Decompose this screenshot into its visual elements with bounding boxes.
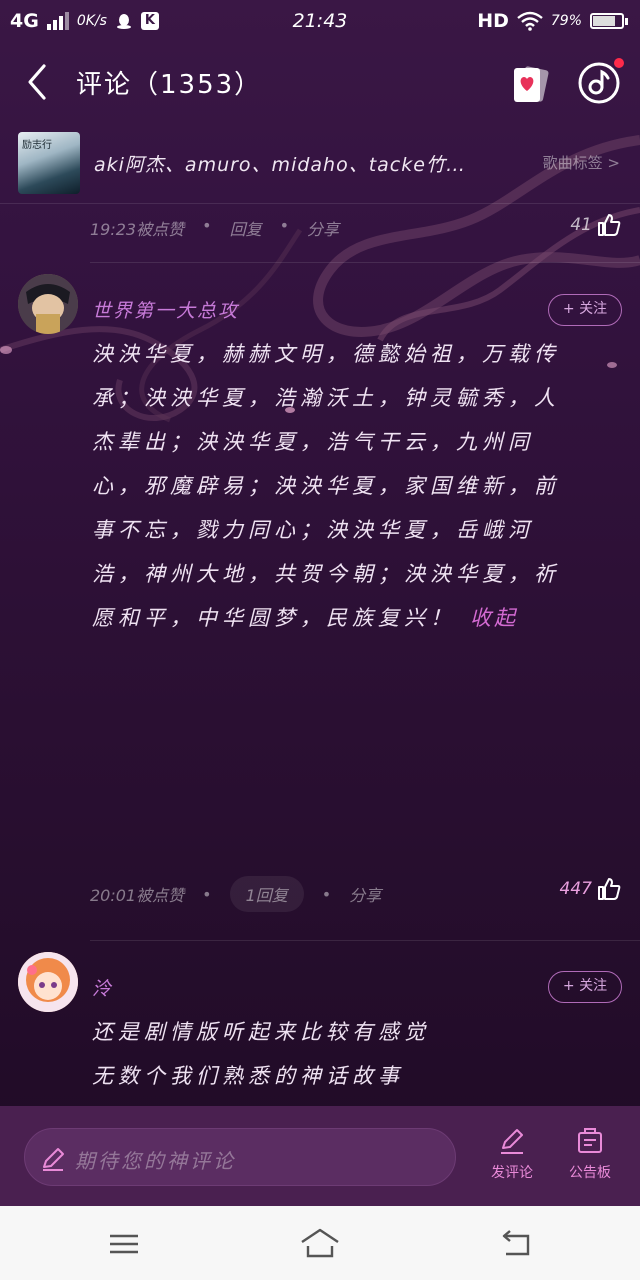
comment-body: 泱泱华夏，赫赫文明，德懿始祖，万载传承；泱泱华夏，浩瀚沃土，钟灵毓秀，人杰辈出；… <box>92 342 560 630</box>
back-button[interactable] <box>20 62 60 102</box>
comment-input[interactable]: 期待您的神评论 <box>24 1128 456 1186</box>
pen-icon <box>501 1129 523 1154</box>
divider <box>90 262 640 263</box>
comment-line: 无数个我们熟悉的神话故事 <box>92 1064 404 1088</box>
like-count: 41 <box>570 215 592 235</box>
comment-meta: 19:23被点赞 • 回复 • 分享 <box>90 216 340 240</box>
hd-indicator: HD <box>477 10 509 32</box>
page-title: 评论（1353） <box>76 70 263 100</box>
pen-icon <box>43 1148 64 1171</box>
comment-composer: 期待您的神评论 发评论 公告板 <box>0 1106 640 1206</box>
share-button[interactable]: 分享 <box>307 216 339 240</box>
back-nav-icon[interactable] <box>494 1224 538 1264</box>
username[interactable]: 世界第一大总攻 <box>92 296 239 323</box>
divider <box>90 940 640 941</box>
like-button[interactable]: 447 <box>560 876 622 902</box>
comment-text: 还是剧情版听起来比较有感觉 无数个我们熟悉的神话故事 <box>92 1010 582 1098</box>
like-count: 447 <box>559 879 592 899</box>
avatar[interactable] <box>18 952 78 1012</box>
post-comment-label: 发评论 <box>491 1165 533 1181</box>
avatar-image <box>18 952 78 1012</box>
menu-icon[interactable] <box>102 1224 146 1264</box>
album-cover-text: 励志行 <box>22 140 52 151</box>
reply-button[interactable]: 回复 <box>230 216 262 240</box>
notification-dot <box>614 58 624 68</box>
like-button[interactable]: 41 <box>570 212 622 238</box>
artist-names: aki阿杰、amuro、midaho、tacke竹… <box>94 154 466 176</box>
battery-icon <box>590 13 628 29</box>
notice-board-label: 公告板 <box>569 1165 611 1181</box>
thumbs-up-icon <box>598 878 621 900</box>
avatar[interactable] <box>18 274 78 334</box>
wifi-icon <box>517 11 543 31</box>
notice-board-icon <box>578 1128 602 1153</box>
thumbs-up-icon <box>598 214 621 236</box>
avatar-image <box>18 274 78 334</box>
liked-time: 19:23被点赞 <box>90 220 185 239</box>
album-cover: 励志行 <box>18 132 80 194</box>
comment-text: 泱泱华夏，赫赫文明，德懿始祖，万载传承；泱泱华夏，浩瀚沃土，钟灵毓秀，人杰辈出；… <box>92 332 582 640</box>
share-button[interactable]: 分享 <box>349 882 381 906</box>
battery-percent: 79% <box>550 13 582 29</box>
music-disc-button[interactable] <box>576 58 624 106</box>
heart-card-icon[interactable] <box>508 62 552 106</box>
follow-button[interactable]: + 关注 <box>548 971 622 1003</box>
follow-button[interactable]: + 关注 <box>548 294 622 326</box>
post-comment-button[interactable]: 发评论 <box>482 1126 542 1190</box>
liked-time: 20:01被点赞 <box>90 886 185 905</box>
comment-input-placeholder: 期待您的神评论 <box>75 1149 236 1173</box>
collapse-link[interactable]: 收起 <box>470 606 518 630</box>
top-nav: 评论（1353） <box>0 44 640 120</box>
comments-screen: 4G 0K/s K 21:43 HD 79% 评论（1353） 励志行 aki阿… <box>0 0 640 1206</box>
system-nav-bar <box>0 1206 640 1280</box>
reply-count-button[interactable]: 1回复 <box>229 876 304 912</box>
comment-line: 还是剧情版听起来比较有感觉 <box>92 1020 430 1044</box>
notice-board-button[interactable]: 公告板 <box>560 1126 620 1190</box>
status-bar: 4G 0K/s K 21:43 HD 79% <box>0 0 640 44</box>
song-info-row[interactable]: 励志行 aki阿杰、amuro、midaho、tacke竹… 歌曲标签 > <box>0 124 640 204</box>
song-tag-link[interactable]: 歌曲标签 > <box>543 152 620 173</box>
comment-meta: 20:01被点赞 • 1回复 • 分享 <box>90 876 381 912</box>
home-icon[interactable] <box>298 1224 342 1264</box>
username[interactable]: 泠 <box>92 974 113 1001</box>
